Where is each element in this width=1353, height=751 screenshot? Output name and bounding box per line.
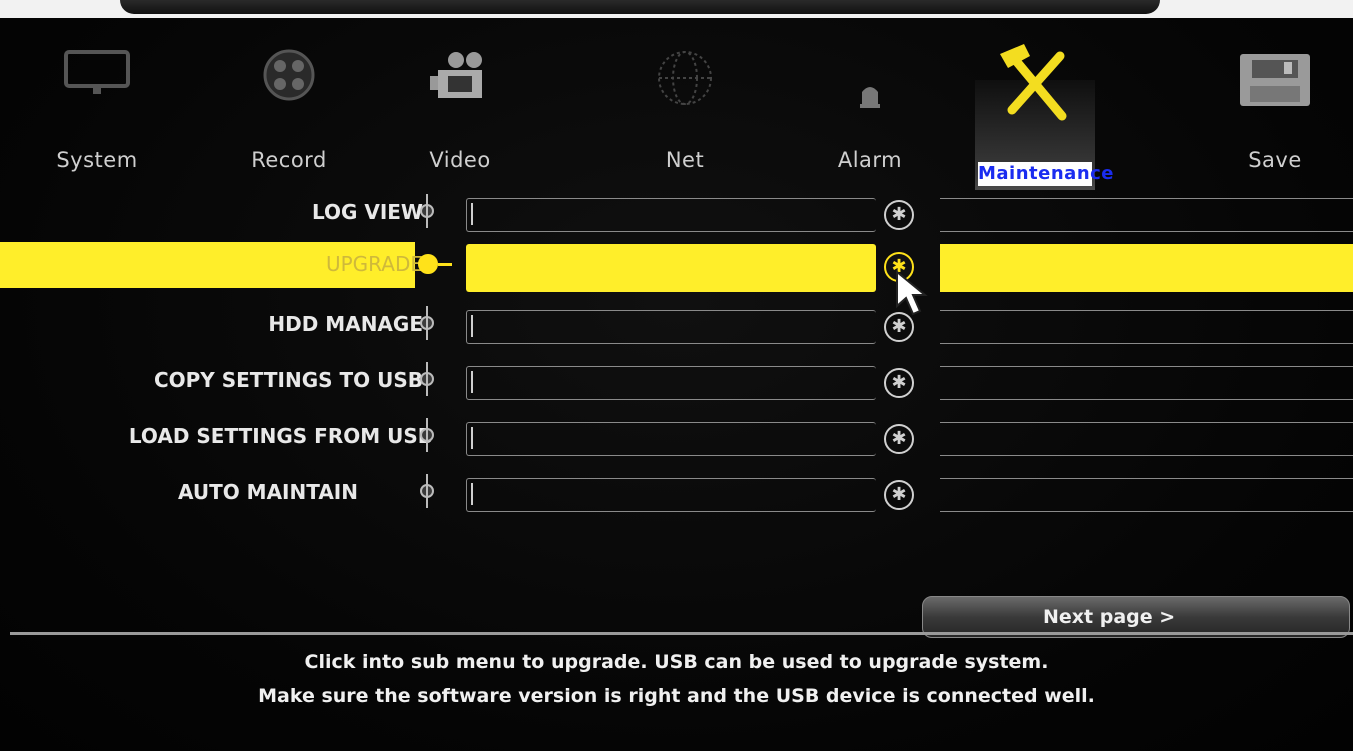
- row-extension-field: [940, 478, 1353, 512]
- row-value-field: [466, 366, 876, 400]
- help-line-2: Make sure the software version is right …: [258, 685, 1095, 707]
- tab-maintenance-label: Maintenance: [978, 162, 1115, 186]
- row-extension-field: [940, 244, 1353, 292]
- menu-row-load-settings-from-usb[interactable]: LOAD SETTINGS FROM USB ✱: [0, 414, 1353, 466]
- settings-gear-icon[interactable]: ✱: [884, 424, 914, 454]
- row-value-field: [466, 310, 876, 344]
- row-value-field: [466, 422, 876, 456]
- next-page-label: Next page >: [1043, 606, 1176, 628]
- row-connector-knob: [418, 254, 452, 274]
- monitor-bezel: [0, 0, 1353, 18]
- tab-system-label: System: [56, 148, 138, 172]
- row-connector-knob: [420, 194, 434, 228]
- mouse-pointer-icon: [893, 269, 933, 324]
- row-value-field: [466, 244, 876, 292]
- globe-icon: [655, 48, 715, 112]
- video-camera-icon: [428, 48, 492, 108]
- row-extension-field: [940, 198, 1353, 232]
- menu-label: COPY SETTINGS TO USB: [153, 368, 423, 392]
- menu-label: AUTO MAINTAIN: [177, 480, 358, 504]
- tab-alarm-label: Alarm: [837, 148, 903, 172]
- tab-net[interactable]: Net: [610, 30, 760, 190]
- tab-save[interactable]: Save: [1200, 30, 1350, 190]
- tab-record[interactable]: Record: [214, 30, 364, 190]
- settings-gear-icon[interactable]: ✱: [884, 480, 914, 510]
- tab-video-label: Video: [429, 148, 491, 172]
- film-reel-icon: [262, 48, 316, 106]
- help-line-1: Click into sub menu to upgrade. USB can …: [304, 651, 1049, 673]
- divider: [10, 632, 1353, 635]
- menu-row-log-view[interactable]: LOG VIEW ✱: [0, 190, 1353, 242]
- row-extension-field: [940, 366, 1353, 400]
- tab-system[interactable]: System: [22, 30, 172, 190]
- tab-maintenance[interactable]: Maintenance: [960, 30, 1115, 190]
- menu-row-auto-maintain[interactable]: AUTO MAINTAIN ✱: [0, 470, 1353, 522]
- wrench-screwdriver-icon: [990, 36, 1080, 130]
- menu-row-upgrade[interactable]: UPGRADE ✱: [0, 242, 1353, 294]
- row-connector-knob: [420, 362, 434, 396]
- menu-row-copy-settings-to-usb[interactable]: COPY SETTINGS TO USB ✱: [0, 358, 1353, 410]
- help-text: Click into sub menu to upgrade. USB can …: [0, 645, 1353, 713]
- settings-gear-icon[interactable]: ✱: [884, 368, 914, 398]
- row-connector-knob: [420, 418, 434, 452]
- menu-row-hdd-manage[interactable]: HDD MANAGE ✱: [0, 302, 1353, 354]
- alarm-bell-icon: [858, 82, 882, 112]
- menu-label: LOAD SETTINGS FROM USB: [128, 424, 433, 448]
- row-value-field: [466, 478, 876, 512]
- floppy-disk-icon: [1238, 52, 1312, 112]
- row-extension-field: [940, 310, 1353, 344]
- tab-record-label: Record: [251, 148, 327, 172]
- settings-gear-icon[interactable]: ✱: [884, 200, 914, 230]
- row-connector-knob: [420, 306, 434, 340]
- row-value-field: [466, 198, 876, 232]
- dvr-settings-screen: System Record Video Net Alarm Maintenanc…: [0, 0, 1353, 751]
- monitor-icon: [62, 48, 132, 102]
- menu-label: UPGRADE: [325, 252, 423, 276]
- top-tab-bar: System Record Video Net Alarm Maintenanc…: [0, 30, 1353, 190]
- menu-label: HDD MANAGE: [268, 312, 423, 336]
- tab-net-label: Net: [665, 148, 705, 172]
- row-connector-knob: [420, 474, 434, 508]
- row-extension-field: [940, 422, 1353, 456]
- tab-save-label: Save: [1248, 148, 1302, 172]
- tab-alarm[interactable]: Alarm: [795, 30, 945, 190]
- tab-video[interactable]: Video: [385, 30, 535, 190]
- menu-label: LOG VIEW: [311, 200, 423, 224]
